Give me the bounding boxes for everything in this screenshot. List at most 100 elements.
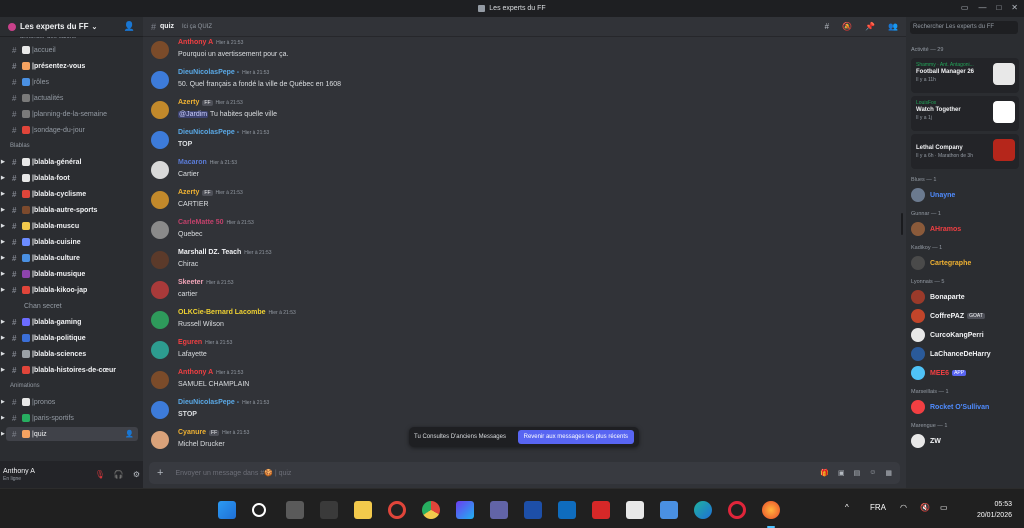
member-item[interactable]: Cartegraphe	[911, 256, 971, 270]
mybp-icon[interactable]	[524, 501, 542, 519]
author-name[interactable]: Anthony A	[178, 39, 213, 46]
avatar[interactable]	[151, 221, 169, 239]
channel-paris-sportifs[interactable]: ▶ # | paris-sportifs	[1, 411, 138, 425]
volume-muted-icon[interactable]: 🔇	[920, 503, 930, 512]
maximize-button[interactable]: □	[996, 3, 1001, 12]
chrome-icon[interactable]	[422, 501, 440, 519]
channel-accueil[interactable]: # | accueil	[6, 43, 138, 57]
channel-blabla-autre-sports[interactable]: ▶ # | blabla-autre-sports	[1, 203, 138, 217]
member-avatar[interactable]	[911, 188, 925, 202]
server-header[interactable]: Les experts du FF ⌄ 👤	[0, 17, 143, 37]
firefox-icon[interactable]	[762, 501, 780, 519]
thread-chan-secret[interactable]: Chan secret	[6, 299, 138, 313]
channel-blabla-cuisine[interactable]: ▶ # | blabla-cuisine	[1, 235, 138, 249]
expand-arrow-icon[interactable]: ▶	[1, 367, 5, 373]
channel-blabla-foot[interactable]: ▶ # | blabla-foot	[1, 171, 138, 185]
member-avatar[interactable]	[911, 328, 925, 342]
channel-blabla-histoires-de-cœur[interactable]: ▶ # | blabla-histoires-de-cœur	[1, 363, 138, 377]
expand-arrow-icon[interactable]: ▶	[1, 159, 5, 165]
add-attachment-icon[interactable]: +	[157, 467, 163, 479]
author-name[interactable]: Anthony A	[178, 369, 213, 376]
avatar[interactable]	[151, 281, 169, 299]
author-name[interactable]: Macaron	[178, 159, 207, 166]
expand-arrow-icon[interactable]: ▶	[1, 271, 5, 277]
activity-card[interactable]: Lethal Company Il y a 6h · Marathon de 3h	[911, 134, 1019, 169]
member-avatar[interactable]	[911, 434, 925, 448]
windows-start-icon[interactable]	[218, 501, 236, 519]
channel-blabla-cyclisme[interactable]: ▶ # | blabla-cyclisme	[1, 187, 138, 201]
outlook-icon[interactable]	[558, 501, 576, 519]
member-item[interactable]: AHramos	[911, 222, 961, 236]
channel-planning-de-la-semaine[interactable]: # | planning-de-la-semaine	[6, 107, 138, 121]
minimize-button[interactable]: —	[978, 3, 986, 12]
avatar[interactable]	[151, 41, 169, 59]
expand-arrow-icon[interactable]: ▶	[1, 351, 5, 357]
channel-blabla-musique[interactable]: ▶ # | blabla-musique	[1, 267, 138, 281]
member-item[interactable]: LaChanceDeHarry	[911, 347, 991, 361]
expand-arrow-icon[interactable]: ▶	[1, 287, 5, 293]
activity-card[interactable]: Shammy · Ant. Antagoni... Football Manage…	[911, 58, 1019, 93]
author-name[interactable]: DieuNicolasPepe -	[178, 129, 239, 136]
author-name[interactable]: CarleMatte 50	[178, 219, 224, 226]
channel-quiz[interactable]: ▶ # | quiz 👤	[1, 427, 138, 441]
author-name[interactable]: Marshall DZ. Teach	[178, 249, 241, 256]
mute-mic-icon[interactable]: 🎙	[95, 470, 105, 479]
author-name[interactable]: OLKCie-Bernard Lacombe	[178, 309, 266, 316]
wifi-icon[interactable]: ◠	[900, 503, 907, 512]
author-name[interactable]: Cyanure	[178, 429, 206, 436]
teams-icon[interactable]	[490, 501, 508, 519]
channel-présentez-vous[interactable]: # | présentez-vous	[6, 59, 138, 73]
settings-gear-icon[interactable]: ⚙	[133, 470, 140, 479]
category-blablas[interactable]: Blablas	[10, 143, 30, 149]
member-item[interactable]: Unayne	[911, 188, 955, 202]
search-icon[interactable]	[252, 503, 266, 517]
avatar[interactable]	[151, 371, 169, 389]
document-icon[interactable]	[626, 501, 644, 519]
member-avatar[interactable]	[911, 222, 925, 236]
channel-sondage-du-jour[interactable]: # | sondage-du-jour	[6, 123, 138, 137]
expand-arrow-icon[interactable]: ▶	[1, 175, 5, 181]
member-avatar[interactable]	[911, 309, 925, 323]
expand-arrow-icon[interactable]: ▶	[1, 431, 5, 437]
avatar[interactable]	[151, 401, 169, 419]
member-item[interactable]: CurcoKangPerri	[911, 328, 984, 342]
sticker-icon[interactable]: ▤	[854, 469, 861, 477]
member-item[interactable]: ZW	[911, 434, 941, 448]
avatar[interactable]	[151, 341, 169, 359]
expand-arrow-icon[interactable]: ▶	[1, 399, 5, 405]
user-mention[interactable]: @Jardim	[178, 111, 209, 118]
task-view-icon[interactable]	[286, 501, 304, 519]
threads-icon[interactable]: #	[825, 22, 829, 31]
author-name[interactable]: Eguren	[178, 339, 202, 346]
add-member-icon[interactable]: 👤	[125, 430, 134, 438]
member-avatar[interactable]	[911, 347, 925, 361]
channel-blabla-kikoo-jap[interactable]: ▶ # | blabla-kikoo-jap	[1, 283, 138, 297]
search-input[interactable]: Rechercher Les experts du FF	[910, 21, 1018, 34]
avatar[interactable]	[151, 431, 169, 449]
avatar[interactable]	[151, 101, 169, 119]
pin-icon[interactable]: 📌	[865, 22, 875, 31]
avatar[interactable]	[151, 251, 169, 269]
member-avatar[interactable]	[911, 290, 925, 304]
user-name[interactable]: Anthony A	[3, 468, 35, 476]
author-name[interactable]: Skeeter	[178, 279, 203, 286]
apps-icon[interactable]: ▦	[885, 469, 892, 477]
close-button[interactable]: ✕	[1011, 3, 1018, 12]
channel-rôles[interactable]: # | rôles	[6, 75, 138, 89]
record-app-icon[interactable]	[388, 501, 406, 519]
chevron-up-icon[interactable]: ^	[845, 503, 849, 512]
edge-icon[interactable]	[694, 501, 712, 519]
channel-topic[interactable]: Ici ça QUIZ	[182, 24, 212, 30]
member-avatar[interactable]	[911, 400, 925, 414]
activity-card[interactable]: LouisFox Watch Together Il y a 1j	[911, 96, 1019, 131]
channel-blabla-muscu[interactable]: ▶ # | blabla-muscu	[1, 219, 138, 233]
scrollbar[interactable]	[901, 213, 903, 235]
member-avatar[interactable]	[911, 366, 925, 380]
m365-icon[interactable]	[456, 501, 474, 519]
gif-icon[interactable]: ▣	[838, 469, 845, 477]
tlc-icon[interactable]	[592, 501, 610, 519]
jump-to-present-button[interactable]: Revenir aux messages les plus récents	[517, 430, 634, 444]
expand-arrow-icon[interactable]: ▶	[1, 255, 5, 261]
tablet-app-icon[interactable]	[320, 501, 338, 519]
gift-icon[interactable]: 🎁	[820, 469, 829, 477]
